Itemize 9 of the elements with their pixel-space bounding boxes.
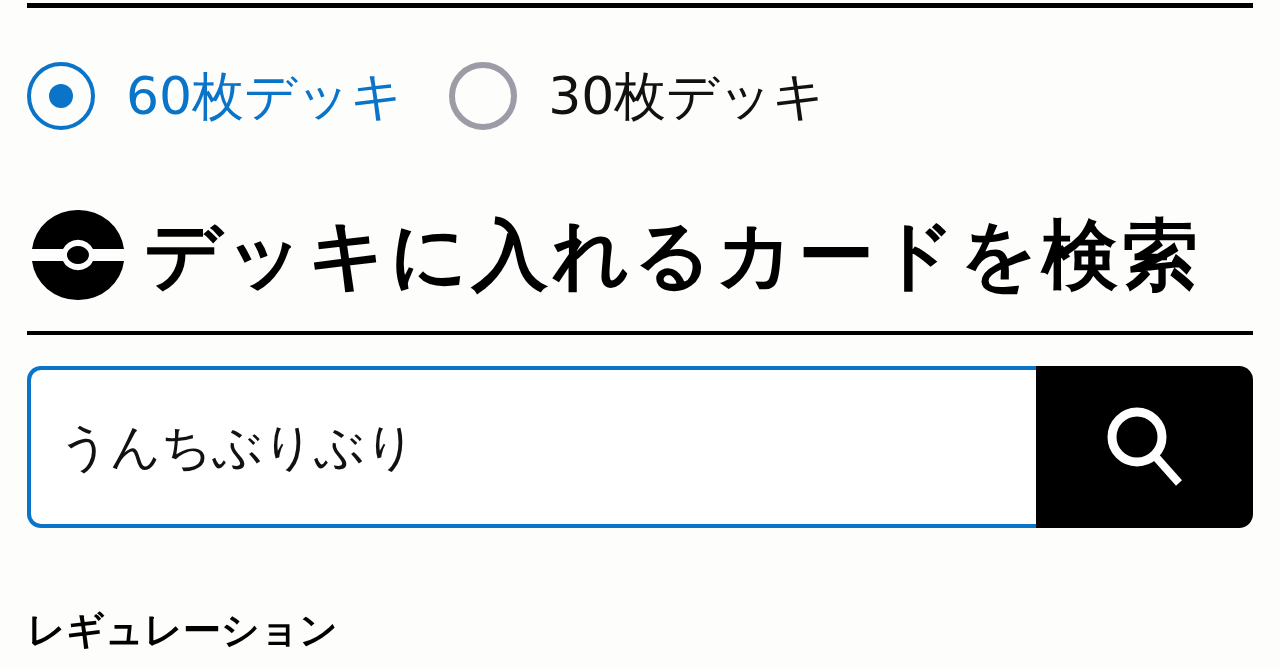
radio-button[interactable] <box>27 62 95 130</box>
radio-button[interactable] <box>449 62 518 130</box>
search-icon <box>1106 407 1183 487</box>
search-button[interactable] <box>1036 366 1253 528</box>
search-field[interactable]: うんちぶりぶり <box>27 366 1036 528</box>
section-heading: デッキに入れるカードを検索 <box>144 209 1202 301</box>
filter-heading: レギュレーション <box>27 607 338 654</box>
radio-label[interactable]: 30枚デッキ <box>548 62 826 130</box>
radio-label[interactable]: 60枚デッキ <box>126 62 404 130</box>
